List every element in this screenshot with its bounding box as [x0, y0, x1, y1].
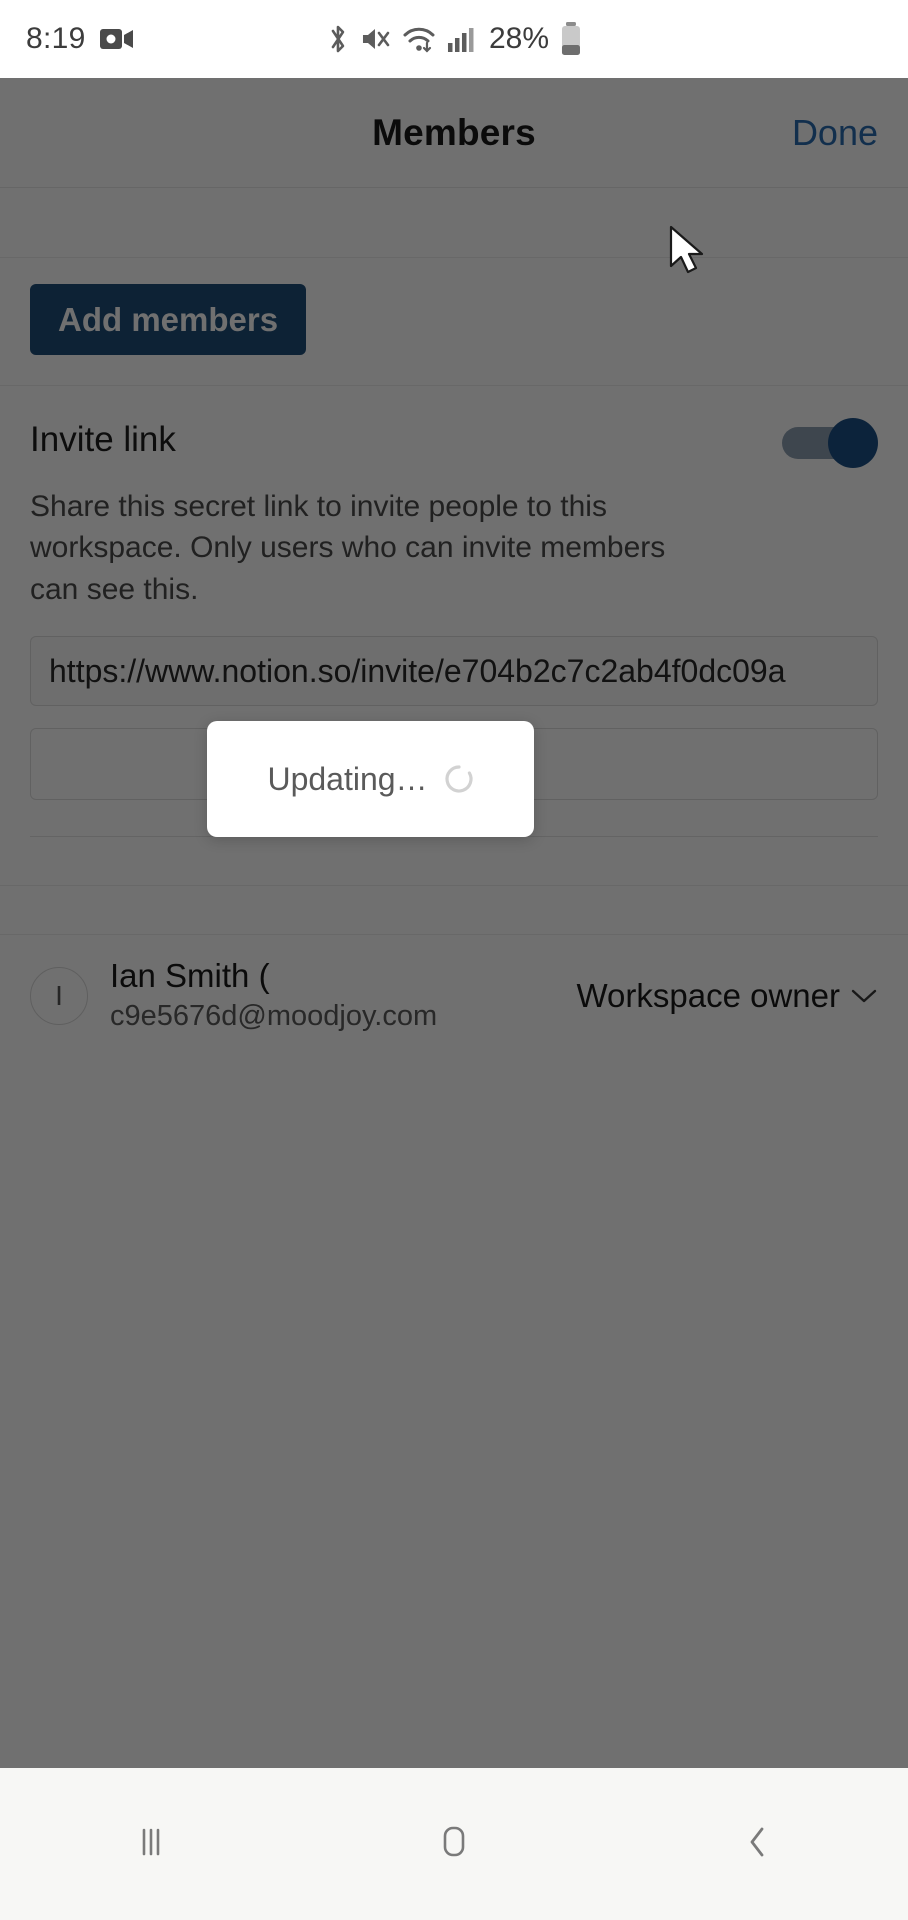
status-bar-left: 8:19 — [26, 22, 134, 56]
android-navigation-bar — [0, 1768, 908, 1920]
status-bar-right: 28% — [326, 22, 582, 56]
recents-button[interactable] — [91, 1794, 211, 1894]
modal-scrim — [0, 78, 908, 1768]
phone-screen: 8:19 28% Members — [0, 0, 908, 1920]
back-icon — [740, 1821, 774, 1868]
loading-spinner-icon — [444, 764, 474, 794]
home-button[interactable] — [394, 1794, 514, 1894]
bluetooth-icon — [326, 23, 350, 55]
wifi-icon — [402, 23, 436, 55]
status-bar: 8:19 28% — [0, 0, 908, 78]
recents-icon — [133, 1822, 169, 1867]
screen-record-icon — [99, 27, 134, 51]
battery-percent-label: 28% — [488, 22, 550, 55]
updating-message: Updating… — [267, 760, 428, 797]
battery-icon — [560, 22, 582, 56]
mute-icon — [361, 23, 391, 55]
updating-dialog: Updating… — [207, 721, 534, 837]
status-bar-clock: 8:19 — [26, 22, 86, 55]
back-button[interactable] — [697, 1794, 817, 1894]
mouse-cursor — [669, 225, 709, 286]
cellular-signal-icon — [447, 23, 475, 55]
home-icon — [435, 1821, 473, 1868]
